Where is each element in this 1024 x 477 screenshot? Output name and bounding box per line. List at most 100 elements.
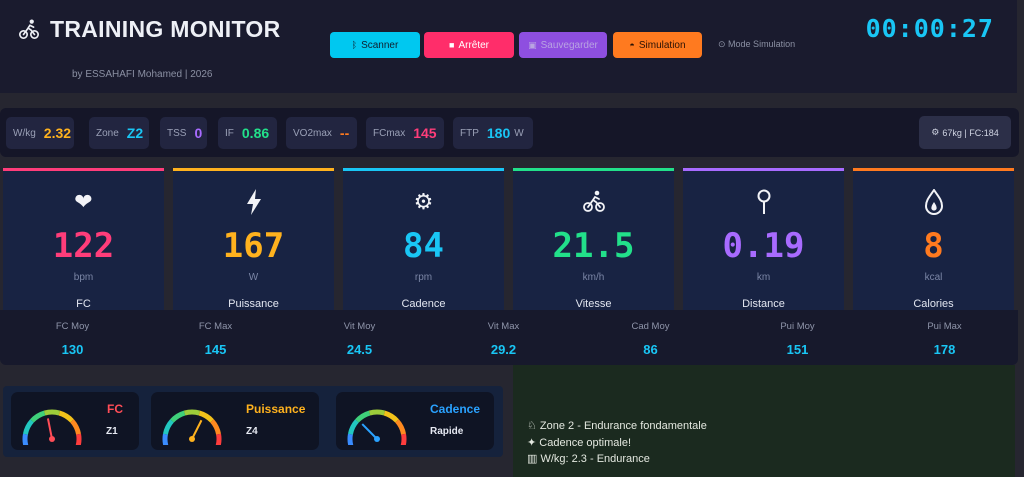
stop-button[interactable]: ■ Arrêter (424, 32, 514, 58)
gauge-arc-segment (368, 409, 386, 416)
cyclist-icon: ♘ (527, 420, 540, 432)
game-controller-icon: ◓ (629, 40, 635, 50)
gauge-arc-segment (22, 433, 29, 445)
summary-value: 130 (61, 342, 84, 357)
speed-value: 21.5 (552, 226, 635, 266)
simulation-button[interactable]: ◓ Simulation (613, 32, 702, 58)
cadence-value: 84 (403, 226, 444, 266)
gauge-arc-segment (347, 419, 359, 435)
session-summary: FC Moy 130 FC Max 145 Vit Moy 24.5 Vit M… (0, 310, 1018, 365)
zone-chip: Zone Z2 (89, 117, 149, 149)
gauge-arc-segment (215, 433, 222, 445)
gauge-arc-segment (43, 409, 61, 416)
gauge-arc-segment (395, 419, 407, 435)
save-button[interactable]: ▣ Sauvegarder (519, 32, 607, 58)
if-chip: IF 0.86 (218, 117, 277, 149)
advice-text: Zone 2 - Endurance fondamentale (539, 420, 707, 432)
calories-name: Calories (913, 298, 954, 310)
card-distance: 0.19 km Distance (683, 168, 844, 310)
cyclist-logo-icon (19, 19, 39, 39)
fc-unit: bpm (73, 272, 94, 283)
summary-label: Vit Moy (343, 321, 376, 332)
gauge-needle (46, 418, 53, 440)
user-profile-button[interactable]: ⚙ 67kg | FC:184 (919, 116, 1011, 149)
power-gauge-dial (162, 409, 222, 445)
summary-value: 24.5 (346, 342, 373, 357)
gear-icon: ⚙ (413, 189, 434, 214)
gauge-arc-segment (355, 410, 371, 423)
card-calories: 8 kcal Calories (853, 168, 1014, 310)
ftp-unit: W (514, 127, 524, 139)
header: TRAINING MONITOR by ESSAHAFI Mohamed | 2… (0, 0, 1017, 93)
gauge-fc-zone: Z1 (106, 426, 118, 437)
zone-value: Z2 (126, 125, 144, 141)
summary-label: FC Moy (55, 321, 90, 332)
calories-value: 8 (923, 226, 944, 266)
simulation-mode-toggle[interactable]: ⊙ Mode Simulation (718, 39, 795, 50)
scan-button[interactable]: ᛒ Scanner (330, 32, 420, 58)
ftp-chip: FTP 180 W (453, 117, 533, 149)
vo2max-value: -- (339, 125, 350, 141)
power-value: 167 (222, 226, 285, 266)
gauge-arc-segment (162, 433, 169, 445)
wkg-chip: W/kg 2.32 (6, 117, 74, 149)
summary-value: 29.2 (490, 342, 517, 357)
calories-unit: kcal (924, 272, 943, 283)
cyclist-icon (513, 189, 674, 217)
gauge-cadence-name: Cadence (430, 402, 481, 416)
metric-cards: ❤ 122 bpm FC 167 W Puissance ⚙ 84 rpm Ca… (0, 168, 1018, 310)
ftp-value: 180 (486, 125, 511, 141)
save-button-label: Sauvegarder (540, 39, 598, 51)
gauge-cadence: Cadence Rapide (336, 392, 494, 450)
gauge-arc-segment (75, 433, 82, 445)
wkg-label: W/kg (13, 127, 36, 139)
wkg-value: 2.32 (43, 125, 72, 141)
sparkle-icon: ✦ (527, 437, 540, 449)
summary-value: 86 (643, 342, 658, 357)
tss-label: TSS (167, 127, 187, 139)
scan-button-label: Scanner (361, 39, 399, 51)
simulation-button-label: Simulation (638, 39, 686, 51)
gauge-fc-name: FC (107, 402, 123, 416)
gauge-arc-segment (210, 419, 222, 435)
summary-value: 145 (204, 342, 227, 357)
vo2max-chip: VO2max -- (286, 117, 357, 149)
gauge-arc-segment (70, 419, 82, 435)
simulation-mode-label: Mode Simulation (728, 39, 796, 49)
advice-text: Cadence optimale! (539, 437, 632, 449)
fcmax-value: 145 (413, 125, 437, 141)
user-profile-label: 67kg | FC:184 (942, 127, 999, 138)
if-label: IF (225, 127, 234, 139)
summary-label: Pui Max (927, 321, 962, 332)
gauge-arc-segment (58, 410, 74, 423)
cadence-name: Cadence (401, 298, 446, 310)
summary-label: Cad Moy (631, 321, 670, 332)
gauge-power-zone: Z4 (246, 426, 258, 437)
gauge-arc-segment (162, 419, 174, 435)
session-timer: 00:00:27 (865, 14, 994, 43)
tss-value: 0 (194, 125, 203, 141)
pin-icon (683, 189, 844, 217)
speed-name: Vitesse (575, 298, 612, 310)
summary-label: Vit Max (487, 321, 520, 332)
summary-value: 151 (786, 342, 809, 357)
gauge-arc-segment (22, 419, 34, 435)
power-unit: W (248, 272, 259, 283)
gauge-arc-segment (183, 409, 201, 416)
controller-icon: ⊙ (718, 39, 729, 49)
advice-line: ♘ Zone 2 - Endurance fondamentale (527, 419, 707, 432)
card-fc: ❤ 122 bpm FC (3, 168, 164, 310)
cadence-gauge-dial (347, 409, 407, 445)
stop-button-label: Arrêter (458, 39, 489, 51)
gauge-power: Puissance Z4 (151, 392, 319, 450)
gauge-hub (374, 436, 380, 442)
bar-chart-icon: ▥ (527, 453, 541, 465)
card-cadence: ⚙ 84 rpm Cadence (343, 168, 504, 310)
power-name: Puissance (228, 298, 279, 310)
gauge-needle (361, 423, 378, 440)
gauge-arc-segment (383, 410, 399, 423)
gauge-arc-segment (198, 410, 214, 423)
gauge-arc-segment (170, 410, 186, 423)
vo2max-label: VO2max (293, 127, 332, 139)
advice-line: ✦ Cadence optimale! (527, 436, 631, 449)
